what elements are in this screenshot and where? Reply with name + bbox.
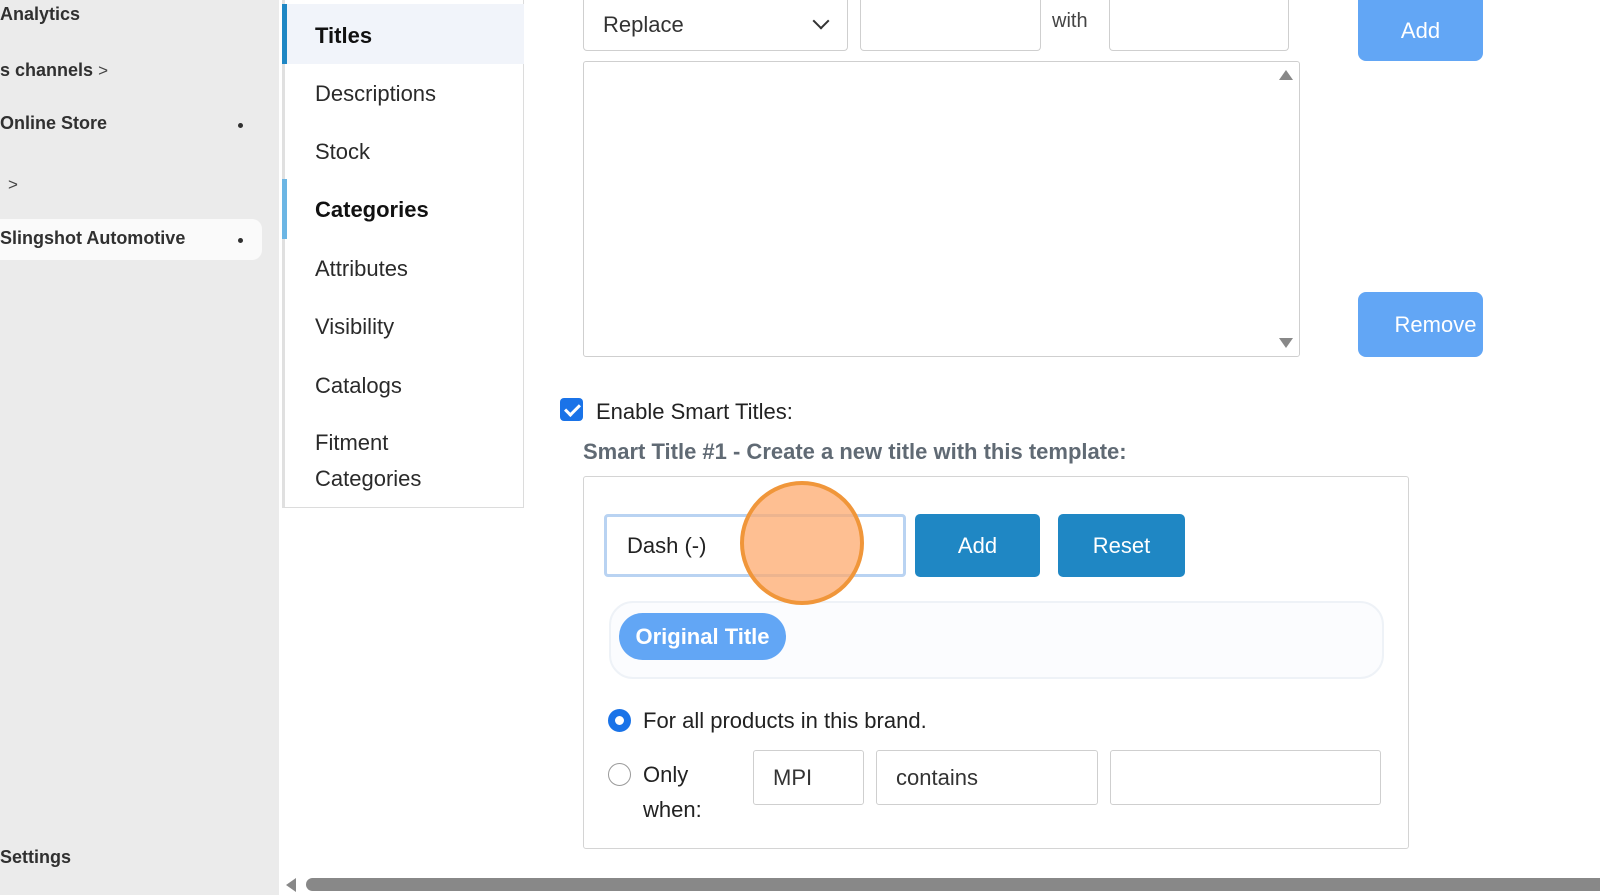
- radio-only-when[interactable]: [608, 763, 631, 786]
- condition-operator-select[interactable]: contains: [876, 750, 1098, 805]
- radio-when-label: when:: [643, 797, 702, 822]
- pin-dot-icon: [238, 123, 243, 128]
- click-indicator: [740, 481, 864, 605]
- menu-item-descriptions[interactable]: Descriptions: [315, 76, 436, 112]
- menu-item-attributes[interactable]: Attributes: [315, 251, 408, 287]
- rules-listbox[interactable]: [583, 61, 1300, 357]
- reset-template-label: Reset: [1092, 532, 1151, 558]
- replace-mode-select[interactable]: Replace: [583, 0, 848, 51]
- menu-item-catalogs[interactable]: Catalogs: [315, 368, 402, 404]
- condition-field-value: MPI: [773, 765, 813, 790]
- nav-analytics[interactable]: Analytics: [0, 4, 80, 25]
- menu-active-indicator: [282, 4, 287, 64]
- nav-analytics-label: Analytics: [0, 4, 81, 24]
- menu-active-indicator: [282, 179, 287, 239]
- nav-online-store-label: Online Store: [0, 113, 108, 133]
- scroll-up-icon[interactable]: [1279, 70, 1293, 80]
- add-token-label: Add: [957, 532, 998, 558]
- scroll-left-icon[interactable]: [286, 878, 296, 892]
- admin-sidebar: Analytics s channels > Online Store > Sl…: [0, 0, 279, 895]
- nav-sales-channels[interactable]: s channels >: [0, 60, 108, 81]
- menu-item-fitment-line2: Categories: [315, 466, 422, 491]
- menu-item-visibility[interactable]: Visibility: [315, 309, 394, 345]
- menu-item-fitment-line1: Fitment: [315, 430, 389, 455]
- scrollbar-thumb[interactable]: [306, 878, 1600, 891]
- smart-title-heading: Smart Title #1 - Create a new title with…: [583, 439, 1127, 464]
- replace-find-input[interactable]: [860, 0, 1041, 51]
- chevron-right-icon: >: [98, 61, 108, 80]
- radio-all-products[interactable]: [608, 709, 631, 732]
- add-rule-button[interactable]: Add: [1358, 0, 1483, 61]
- remove-rule-label: Remove: [1394, 311, 1477, 337]
- add-token-button[interactable]: Add: [915, 514, 1040, 577]
- token-original-title-label: Original Title: [635, 623, 770, 649]
- nav-apps[interactable]: >: [8, 174, 18, 195]
- add-rule-label: Add: [1400, 17, 1441, 43]
- remove-rule-button[interactable]: Remove: [1358, 292, 1483, 357]
- nav-slingshot-automotive-label: Slingshot Automotive: [0, 228, 186, 248]
- replace-mode-value: Replace: [603, 12, 684, 37]
- nav-online-store[interactable]: Online Store: [0, 113, 107, 134]
- nav-slingshot-automotive[interactable]: Slingshot Automotive: [0, 219, 262, 260]
- menu-item-titles[interactable]: Titles: [315, 18, 372, 54]
- nav-sales-channels-label: s channels: [0, 60, 94, 80]
- condition-value-input[interactable]: [1110, 750, 1381, 805]
- radio-all-products-label: For all products in this brand.: [643, 708, 927, 733]
- pin-dot-icon: [238, 238, 243, 243]
- nav-settings[interactable]: Settings: [0, 847, 71, 868]
- menu-item-stock[interactable]: Stock: [315, 134, 370, 170]
- with-label: with: [1052, 10, 1088, 32]
- nav-settings-label: Settings: [0, 847, 72, 867]
- replace-with-input[interactable]: [1109, 0, 1289, 51]
- token-original-title[interactable]: Original Title: [619, 613, 786, 660]
- radio-only-label: Only: [643, 762, 689, 787]
- reset-template-button[interactable]: Reset: [1058, 514, 1185, 577]
- chevron-right-icon: >: [8, 175, 18, 194]
- enable-smart-titles-label: Enable Smart Titles:: [596, 399, 793, 424]
- separator-value: Dash (-): [627, 533, 707, 558]
- chevron-down-icon: [812, 12, 830, 30]
- scroll-down-icon[interactable]: [1279, 338, 1293, 348]
- enable-smart-titles-checkbox[interactable]: [560, 398, 583, 421]
- condition-field-select[interactable]: MPI: [753, 750, 864, 805]
- app-menu: Titles Descriptions Stock Categories Att…: [282, 0, 524, 508]
- condition-operator-value: contains: [896, 765, 978, 790]
- menu-item-categories[interactable]: Categories: [315, 192, 429, 228]
